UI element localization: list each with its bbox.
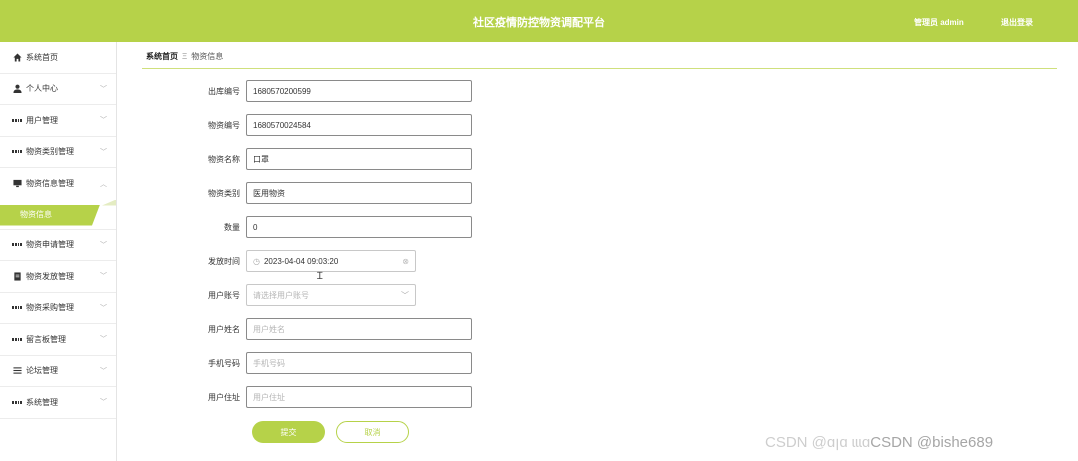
address-input[interactable]: 用户住址 <box>246 386 472 408</box>
input-placeholder: 手机号码 <box>253 358 285 368</box>
sidebar-item-label: 论坛管理 <box>26 366 58 376</box>
sidebar: 系统首页 个人中心 ﹀ 用户管理 ﹀ 物资类别管理 ﹀ 物资信息管理 ︿ 物资信… <box>0 42 117 461</box>
user-account-select[interactable]: 请选择用户账号 ﹀ <box>246 284 416 306</box>
sidebar-item-label: 留言板管理 <box>26 334 66 344</box>
watermark-text: CSDN @bishe689 <box>870 434 994 451</box>
list-icon <box>12 366 22 376</box>
chevron-down-icon: ﹀ <box>100 117 107 125</box>
top-header: 社区疫情防控物资调配平台 管理员 admin 退出登录 <box>0 0 1078 42</box>
watermark: CSDN @ɑꞁɑ ɩɩɩɑCSDN @bishe689 <box>765 433 993 451</box>
sidebar-item-home[interactable]: 系统首页 <box>0 42 116 74</box>
form-row-address: 用户住址 用户住址 <box>180 386 472 408</box>
input-placeholder: 用户姓名 <box>253 324 285 334</box>
home-icon <box>12 52 22 62</box>
logout-link[interactable]: 退出登录 <box>1001 0 1033 46</box>
chevron-up-icon: ︿ <box>100 180 107 188</box>
phone-input[interactable]: 手机号码 <box>246 352 472 374</box>
sidebar-item-label: 系统首页 <box>26 52 58 62</box>
sidebar-item-material-category[interactable]: 物资类别管理 ﹀ <box>0 137 116 168</box>
material-name-input[interactable]: 口罩 <box>246 148 472 170</box>
issue-time-value: 2023-04-04 09:03:20 <box>263 256 339 266</box>
grid-icon <box>12 397 22 407</box>
form-row-user-account: 用户账号 请选择用户账号 ﹀ <box>180 284 416 306</box>
form-row-outbound-no: 出库编号 1680570200599 <box>180 80 472 102</box>
sidebar-item-system-management[interactable]: 系统管理 ﹀ <box>0 387 116 419</box>
sidebar-item-message-board[interactable]: 留言板管理 ﹀ <box>0 324 116 356</box>
chevron-down-icon: ﹀ <box>100 304 107 312</box>
sidebar-item-label: 系统管理 <box>26 397 58 407</box>
field-label: 物资类别 <box>208 188 240 198</box>
chevron-down-icon: ﹀ <box>100 399 107 407</box>
sidebar-item-material-purchase[interactable]: 物资采购管理 ﹀ <box>0 293 116 324</box>
chevron-down-icon: ﹀ <box>100 241 107 249</box>
chevron-down-icon: ﹀ <box>100 148 107 156</box>
text-cursor-icon: Ɪ <box>317 271 323 282</box>
form-row-phone: 手机号码 手机号码 <box>180 352 472 374</box>
sidebar-item-label: 物资采购管理 <box>26 303 74 313</box>
field-label: 用户姓名 <box>208 324 240 334</box>
breadcrumb-current: 物资信息 <box>191 52 224 61</box>
material-category-input[interactable]: 医用物资 <box>246 182 472 204</box>
breadcrumb: 系统首页 Ξ 物资信息 <box>146 51 223 62</box>
field-label: 物资名称 <box>208 154 240 164</box>
user-name-input[interactable]: 用户姓名 <box>246 318 472 340</box>
sidebar-item-material-info-management[interactable]: 物资信息管理 ︿ <box>0 168 116 200</box>
form-row-quantity: 数量 0 <box>180 216 472 238</box>
breadcrumb-divider <box>142 68 1057 69</box>
sidebar-subitem-material-info[interactable]: 物资信息 <box>0 199 116 230</box>
clear-icon[interactable]: ⊗ <box>402 257 409 266</box>
grid-icon <box>12 115 22 125</box>
chevron-down-icon: ﹀ <box>100 336 107 344</box>
chevron-down-icon: ﹀ <box>401 290 409 300</box>
form-row-material-name: 物资名称 口罩 <box>180 148 472 170</box>
sidebar-item-label: 物资发放管理 <box>26 271 74 281</box>
breadcrumb-home[interactable]: 系统首页 <box>146 52 178 61</box>
sidebar-item-material-issue[interactable]: 物资发放管理 ﹀ <box>0 261 116 293</box>
admin-label: 管理员 admin <box>914 18 964 27</box>
chevron-down-icon: ﹀ <box>100 273 107 281</box>
field-label: 物资编号 <box>208 120 240 130</box>
document-icon <box>12 271 22 281</box>
form-row-material-category: 物资类别 医用物资 <box>180 182 472 204</box>
sidebar-item-personal-center[interactable]: 个人中心 ﹀ <box>0 74 116 105</box>
breadcrumb-separator-icon: Ξ <box>182 52 188 61</box>
form-row-user-name: 用户姓名 用户姓名 <box>180 318 472 340</box>
watermark-ghost: CSDN @ɑꞁɑ ɩɩɩɑ <box>765 434 871 451</box>
grid-icon <box>12 303 22 313</box>
sidebar-item-label: 物资类别管理 <box>26 147 74 157</box>
field-label: 用户账号 <box>208 290 240 300</box>
form-row-material-no: 物资编号 1680570024584 <box>180 114 472 136</box>
sidebar-item-label: 个人中心 <box>26 84 58 94</box>
quantity-input[interactable]: 0 <box>246 216 472 238</box>
sidebar-subitem-label: 物资信息 <box>20 209 52 219</box>
field-label: 发放时间 <box>208 256 240 266</box>
sidebar-item-label: 物资申请管理 <box>26 240 74 250</box>
sidebar-item-user-management[interactable]: 用户管理 ﹀ <box>0 105 116 137</box>
material-no-input[interactable]: 1680570024584 <box>246 114 472 136</box>
field-label: 手机号码 <box>208 358 240 368</box>
outbound-no-input[interactable]: 1680570200599 <box>246 80 472 102</box>
field-label: 数量 <box>224 222 240 232</box>
sidebar-item-material-application[interactable]: 物资申请管理 ﹀ <box>0 230 116 261</box>
select-placeholder: 请选择用户账号 <box>253 290 309 300</box>
chevron-down-icon: ﹀ <box>100 367 107 375</box>
user-icon <box>12 84 22 94</box>
field-label: 出库编号 <box>208 86 240 96</box>
cancel-button[interactable]: 取消 <box>336 421 409 443</box>
grid-icon <box>12 334 22 344</box>
grid-icon <box>12 240 22 250</box>
sidebar-item-label: 物资信息管理 <box>26 179 74 189</box>
input-placeholder: 用户住址 <box>253 392 285 402</box>
issue-time-picker[interactable]: ◷ 2023-04-04 09:03:20 ⊗ <box>246 250 416 272</box>
clock-icon: ◷ <box>253 256 260 266</box>
chevron-down-icon: ﹀ <box>100 85 107 93</box>
submit-button[interactable]: 提交 <box>252 421 325 443</box>
grid-icon <box>12 147 22 157</box>
form-row-issue-time: 发放时间 ◷ 2023-04-04 09:03:20 ⊗ <box>180 250 416 272</box>
monitor-icon <box>12 179 22 189</box>
sidebar-item-forum[interactable]: 论坛管理 ﹀ <box>0 356 116 387</box>
sidebar-item-label: 用户管理 <box>26 115 58 125</box>
field-label: 用户住址 <box>208 392 240 402</box>
